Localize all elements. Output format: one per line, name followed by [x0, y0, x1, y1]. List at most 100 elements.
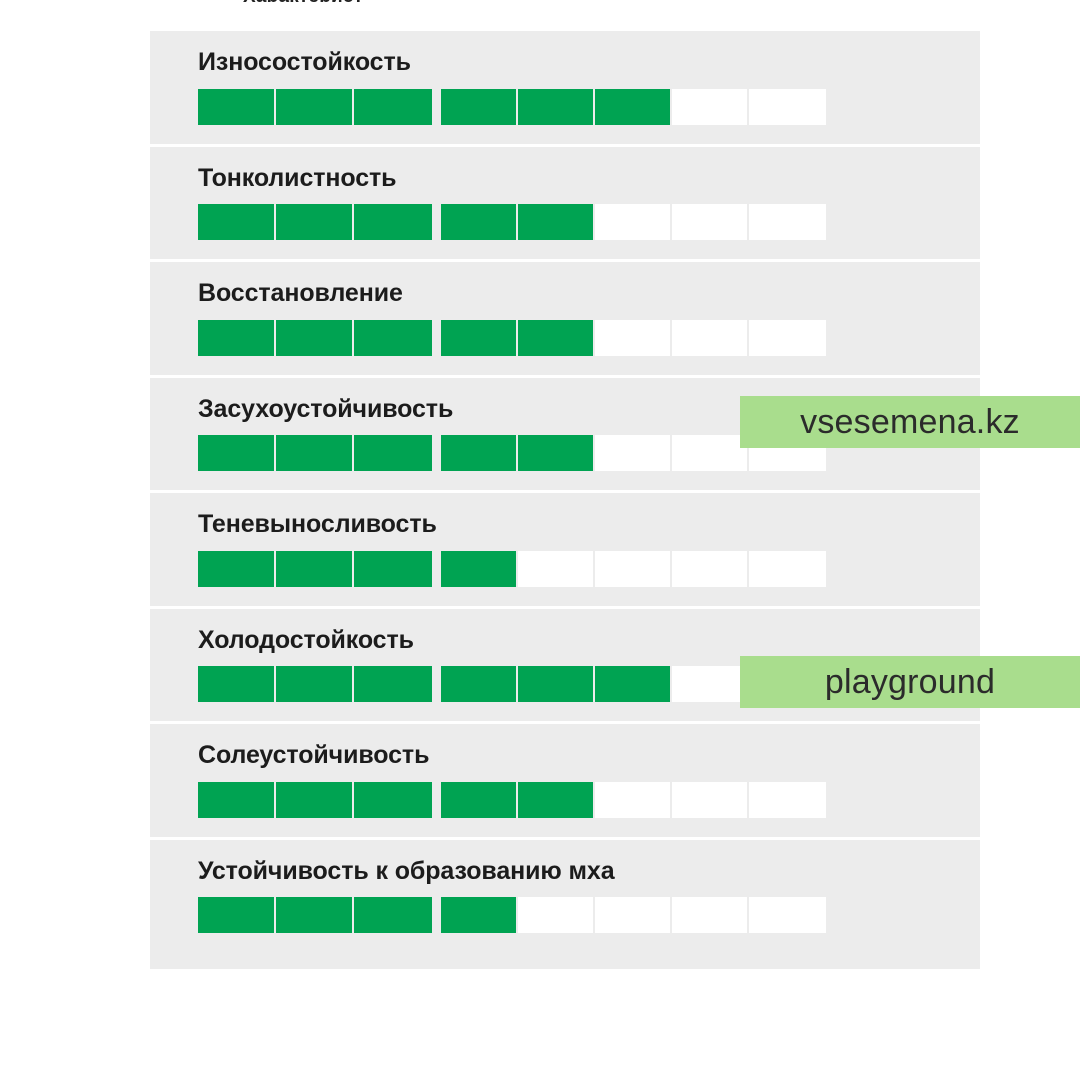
meter-group-right — [441, 550, 826, 587]
cut-off-heading-fragment: Характеристики — [243, 0, 363, 2]
meter-cell-filled — [198, 319, 276, 356]
meter-cell-empty — [672, 204, 749, 240]
meter-cell-empty — [518, 550, 595, 587]
meter-cell-filled — [276, 897, 354, 933]
meter-group-left — [198, 550, 432, 587]
meter-cell-filled — [595, 88, 672, 125]
meter-cell-empty — [595, 319, 672, 356]
meter-cell-filled — [198, 666, 276, 702]
meter-cell-filled — [518, 88, 595, 125]
meter-cell-empty — [672, 88, 749, 125]
meter-cell-filled — [441, 897, 518, 933]
meter-cell-empty — [595, 204, 672, 240]
rating-row: Износостойкость — [150, 31, 980, 147]
meter-cell-filled — [441, 204, 518, 240]
meter-group-left — [198, 319, 432, 356]
rating-meter — [198, 88, 910, 125]
meter-cell-empty — [672, 666, 749, 702]
meter-cell-filled — [354, 88, 432, 125]
meter-cell-filled — [441, 88, 518, 125]
rating-label: Теневыносливость — [198, 510, 437, 538]
rating-meter — [198, 319, 910, 356]
meter-group-gap — [432, 435, 441, 471]
meter-cell-filled — [198, 88, 276, 125]
meter-cell-filled — [276, 781, 354, 818]
meter-cell-empty — [672, 781, 749, 818]
rating-meter — [198, 781, 910, 818]
rating-row: Устойчивость к образованию мха — [150, 839, 980, 969]
meter-group-gap — [432, 897, 441, 933]
meter-cell-empty — [749, 88, 826, 125]
meter-cell-filled — [441, 550, 518, 587]
rating-meter — [198, 897, 910, 933]
meter-group-left — [198, 666, 432, 702]
rating-label: Износостойкость — [198, 48, 411, 76]
meter-cell-empty — [672, 897, 749, 933]
meter-cell-filled — [354, 204, 432, 240]
rating-row: Теневыносливость — [150, 493, 980, 609]
meter-cell-empty — [595, 897, 672, 933]
meter-cell-filled — [276, 435, 354, 471]
meter-group-left — [198, 435, 432, 471]
meter-cell-empty — [749, 319, 826, 356]
meter-group-right — [441, 204, 826, 240]
meter-cell-empty — [518, 897, 595, 933]
meter-cell-filled — [518, 435, 595, 471]
rating-label: Тонколистность — [198, 163, 397, 192]
rating-row: Солеустойчивость — [150, 724, 980, 840]
meter-cell-empty — [672, 435, 749, 471]
meter-group-gap — [432, 782, 441, 818]
meter-cell-filled — [441, 666, 518, 702]
meter-cell-filled — [518, 204, 595, 240]
meter-cell-filled — [354, 781, 432, 818]
meter-group-right — [441, 88, 826, 125]
meter-cell-filled — [354, 666, 432, 702]
meter-cell-empty — [672, 550, 749, 587]
meter-cell-filled — [276, 88, 354, 125]
meter-group-gap — [432, 666, 441, 702]
meter-cell-filled — [518, 666, 595, 702]
meter-cell-filled — [441, 781, 518, 818]
meter-cell-empty — [595, 781, 672, 818]
meter-cell-empty — [595, 550, 672, 587]
meter-group-left — [198, 781, 432, 818]
meter-cell-filled — [441, 319, 518, 356]
meter-group-right — [441, 319, 826, 356]
rating-row: Тонколистность — [150, 146, 980, 262]
meter-group-gap — [432, 204, 441, 240]
meter-cell-filled — [518, 319, 595, 356]
meter-cell-empty — [749, 550, 826, 587]
rating-row: Восстановление — [150, 262, 980, 378]
rating-label: Солеустойчивость — [198, 741, 430, 769]
meter-group-gap — [432, 551, 441, 587]
meter-group-left — [198, 88, 432, 125]
meter-cell-empty — [749, 204, 826, 240]
meter-cell-filled — [276, 550, 354, 587]
meter-cell-filled — [595, 666, 672, 702]
meter-cell-empty — [595, 435, 672, 471]
meter-group-right — [441, 781, 826, 818]
watermark-site: vsesemena.kz — [740, 396, 1080, 448]
meter-cell-filled — [354, 435, 432, 471]
rating-meter — [198, 204, 910, 240]
meter-group-gap — [432, 89, 441, 125]
meter-cell-filled — [276, 666, 354, 702]
meter-cell-filled — [354, 897, 432, 933]
rating-label: Холодостойкость — [198, 625, 414, 654]
meter-cell-filled — [354, 550, 432, 587]
meter-cell-filled — [354, 319, 432, 356]
meter-cell-empty — [672, 319, 749, 356]
meter-cell-filled — [198, 435, 276, 471]
meter-cell-filled — [276, 319, 354, 356]
meter-cell-filled — [276, 204, 354, 240]
meter-cell-empty — [749, 781, 826, 818]
meter-cell-filled — [198, 204, 276, 240]
watermark-playground: playground — [740, 656, 1080, 708]
ratings-panel: Износостойкость Тонколистность Восстановле… — [150, 31, 980, 969]
meter-cell-filled — [198, 781, 276, 818]
meter-cell-empty — [749, 897, 826, 933]
meter-cell-filled — [441, 435, 518, 471]
meter-group-left — [198, 897, 432, 933]
meter-cell-filled — [198, 550, 276, 587]
meter-group-left — [198, 204, 432, 240]
